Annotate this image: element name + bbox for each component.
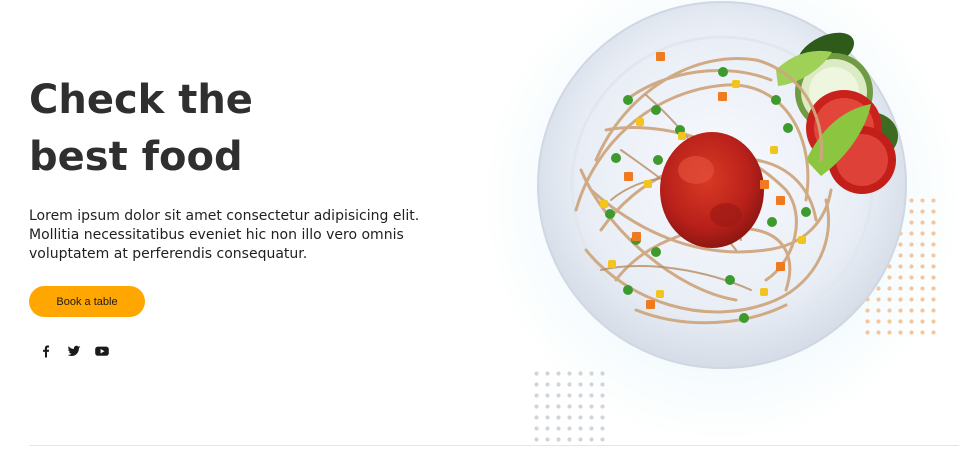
youtube-icon <box>95 346 109 356</box>
social-links <box>36 340 120 362</box>
section-divider <box>29 445 959 446</box>
twitter-link[interactable] <box>64 341 84 361</box>
tomato-sauce <box>660 132 764 248</box>
facebook-link[interactable] <box>36 341 56 361</box>
hero-title-line-1: Check the <box>29 77 253 123</box>
facebook-icon <box>43 345 50 358</box>
youtube-link[interactable] <box>92 341 112 361</box>
hero-section: Check the best food Lorem ipsum dolor si… <box>0 0 959 463</box>
hero-title-line-2: best food <box>29 134 243 180</box>
hero-title: Check the best food <box>29 72 459 186</box>
book-a-table-button[interactable]: Book a table <box>29 286 145 317</box>
spaghetti-plate-image <box>537 1 907 369</box>
twitter-icon <box>67 345 81 356</box>
dot-pattern-grey <box>531 368 611 444</box>
hero-description: Lorem ipsum dolor sit amet consectetur a… <box>29 208 420 262</box>
